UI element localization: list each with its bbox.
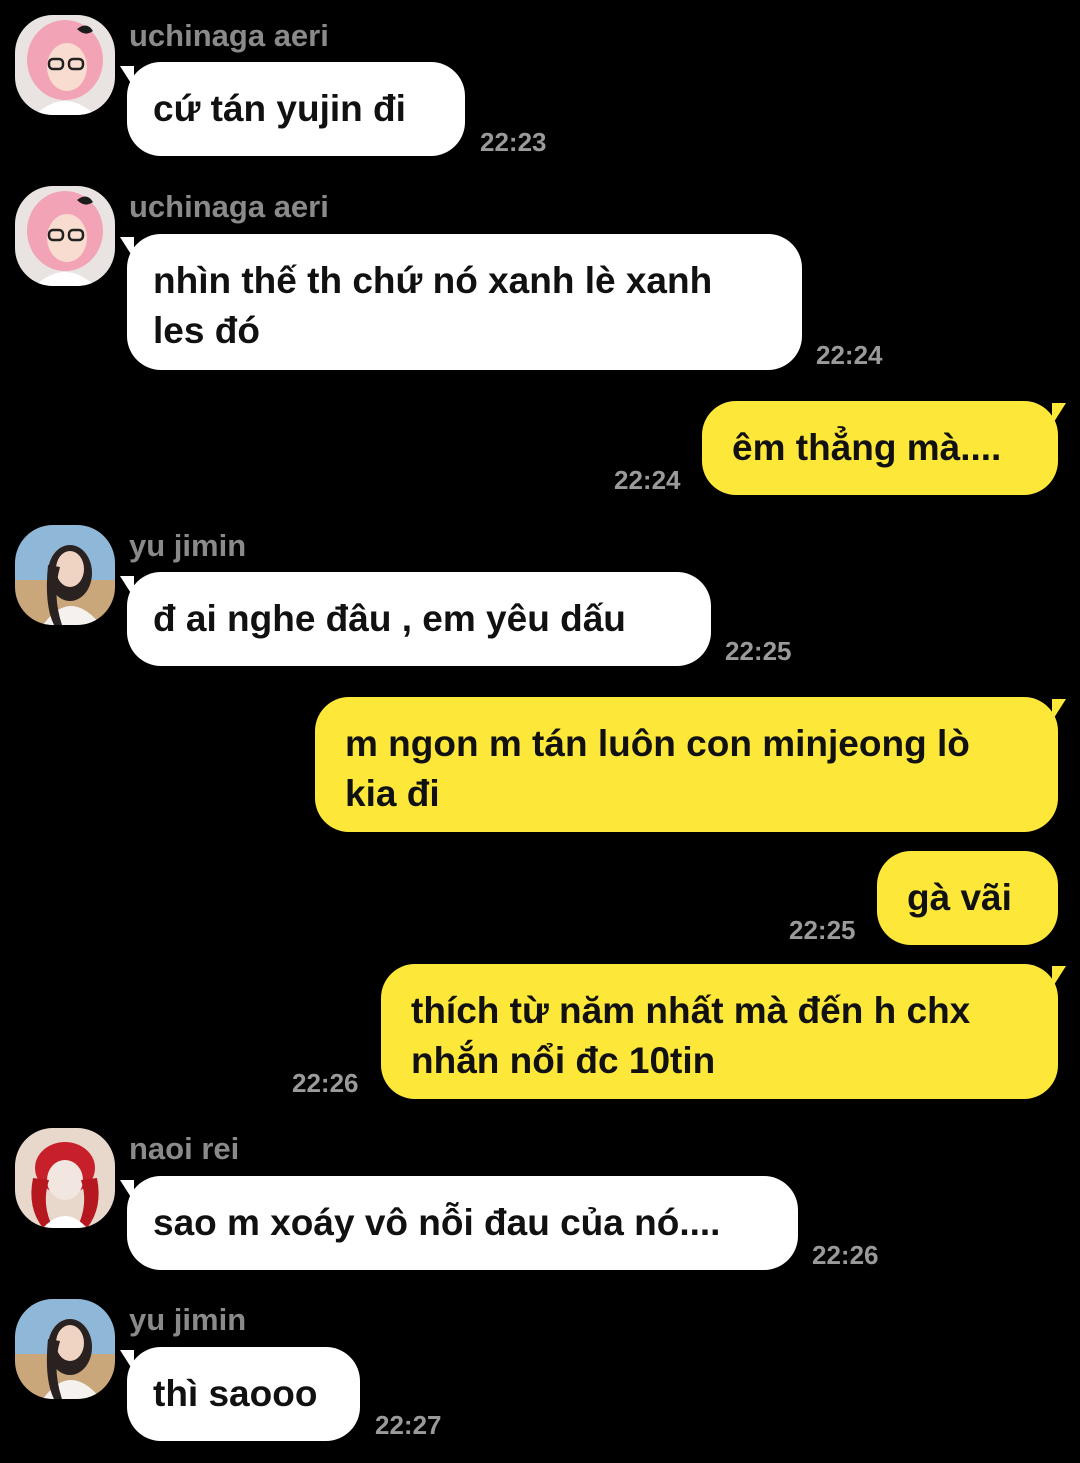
avatar-jimin-image bbox=[15, 525, 115, 625]
avatar-aeri-image bbox=[15, 186, 115, 286]
message-timestamp: 22:23 bbox=[480, 127, 547, 157]
incoming-message-bubble[interactable]: cứ tán yujin đi bbox=[127, 62, 465, 156]
outgoing-message-bubble[interactable]: êm thẳng mà.... bbox=[702, 401, 1058, 495]
message-timestamp: 22:25 bbox=[725, 636, 792, 666]
message-timestamp: 22:24 bbox=[816, 340, 883, 370]
message-timestamp: 22:26 bbox=[812, 1240, 879, 1270]
avatar-rei-image bbox=[15, 1128, 115, 1228]
avatar[interactable] bbox=[15, 186, 115, 286]
sender-name: uchinaga aeri bbox=[129, 18, 329, 53]
avatar-aeri-image bbox=[15, 15, 115, 115]
outgoing-message-bubble[interactable]: gà vãi bbox=[877, 851, 1058, 945]
avatar-jimin-image bbox=[15, 1299, 115, 1399]
incoming-message-bubble[interactable]: đ ai nghe đâu , em yêu dấu bbox=[127, 572, 711, 666]
chat-message-list[interactable]: uchinaga aeri cứ tán yujin đi 22:23 uchi… bbox=[0, 0, 1080, 1463]
avatar[interactable] bbox=[15, 15, 115, 115]
message-timestamp: 22:25 bbox=[789, 915, 856, 945]
sender-name: uchinaga aeri bbox=[129, 189, 329, 224]
avatar[interactable] bbox=[15, 525, 115, 625]
sender-name: yu jimin bbox=[129, 528, 247, 563]
avatar[interactable] bbox=[15, 1128, 115, 1228]
bubble-tail bbox=[1052, 403, 1066, 425]
bubble-tail bbox=[1052, 699, 1066, 721]
sender-name: naoi rei bbox=[129, 1131, 240, 1166]
message-timestamp: 22:27 bbox=[375, 1410, 442, 1440]
incoming-message-bubble[interactable]: thì saooo bbox=[127, 1347, 360, 1441]
outgoing-message-bubble[interactable]: m ngon m tán luôn con minjeong lò kia đi bbox=[315, 697, 1058, 832]
message-timestamp: 22:26 bbox=[292, 1068, 359, 1098]
message-timestamp: 22:24 bbox=[614, 465, 681, 495]
avatar[interactable] bbox=[15, 1299, 115, 1399]
sender-name: yu jimin bbox=[129, 1302, 247, 1337]
bubble-tail bbox=[1052, 966, 1066, 988]
incoming-message-bubble[interactable]: nhìn thế th chứ nó xanh lè xanh les đó bbox=[127, 234, 802, 370]
incoming-message-bubble[interactable]: sao m xoáy vô nỗi đau của nó.... bbox=[127, 1176, 798, 1270]
outgoing-message-bubble[interactable]: thích từ năm nhất mà đến h chx nhắn nổi … bbox=[381, 964, 1058, 1099]
